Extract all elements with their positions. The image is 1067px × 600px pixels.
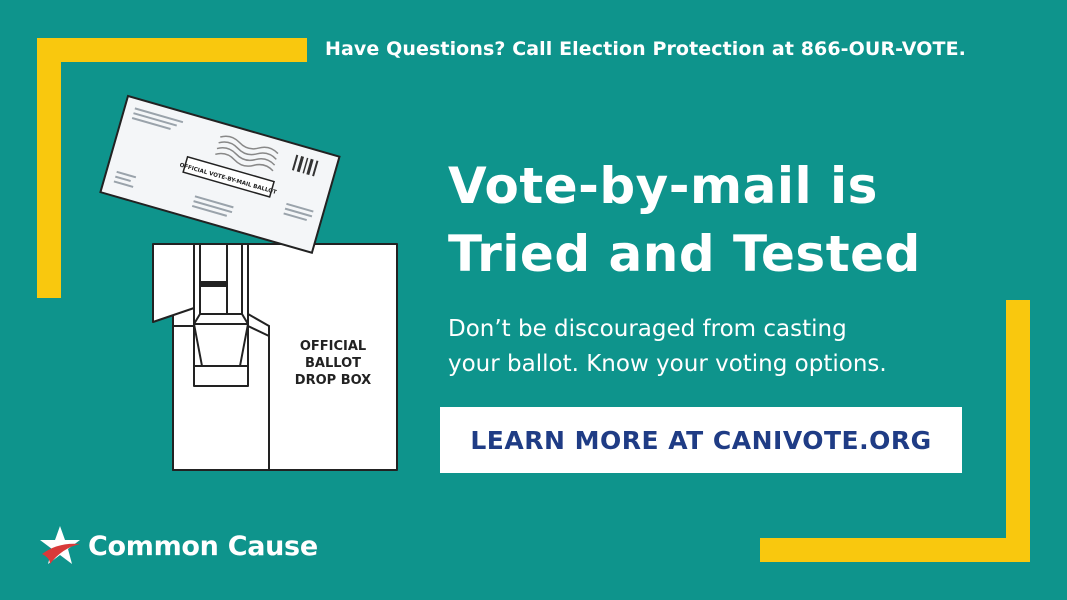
- dropbox-label-line1: OFFICIAL: [300, 339, 366, 354]
- yellow-bracket-top-left-vertical: [37, 38, 61, 298]
- yellow-bracket-bottom-right-vertical: [1006, 300, 1030, 562]
- dropbox-label-line2: BALLOT: [305, 356, 361, 371]
- subtext-line2: your ballot. Know your voting options.: [448, 351, 887, 377]
- common-cause-logo: Common Cause: [38, 524, 318, 568]
- ballot-illustration: OFFICIAL BALLOT DROP BOX OFFICIAL VOTE-B…: [99, 94, 398, 471]
- ad-canvas: Have Questions? Call Election Protection…: [0, 0, 1067, 600]
- subtext: Don’t be discouraged from casting your b…: [448, 312, 887, 382]
- subtext-line1: Don’t be discouraged from casting: [448, 316, 847, 342]
- yellow-bracket-top-left-horizontal: [37, 38, 307, 62]
- headline-line1: Vote-by-mail is: [448, 157, 878, 215]
- brand-name: Common Cause: [88, 530, 318, 562]
- hotline-text: Have Questions? Call Election Protection…: [325, 38, 966, 60]
- drop-box-slot: [200, 281, 227, 287]
- envelope-illustration: OFFICIAL VOTE-BY-MAIL BALLOT: [99, 94, 341, 255]
- learn-more-label: LEARN MORE AT CANIVOTE.ORG: [470, 425, 932, 455]
- headline-line2: Tried and Tested: [448, 225, 921, 283]
- star-logo-icon: [40, 526, 80, 564]
- learn-more-button[interactable]: LEARN MORE AT CANIVOTE.ORG: [440, 407, 962, 473]
- headline: Vote-by-mail is Tried and Tested: [448, 152, 921, 288]
- yellow-bracket-bottom-right-horizontal: [760, 538, 1030, 562]
- dropbox-label-line3: DROP BOX: [295, 373, 371, 388]
